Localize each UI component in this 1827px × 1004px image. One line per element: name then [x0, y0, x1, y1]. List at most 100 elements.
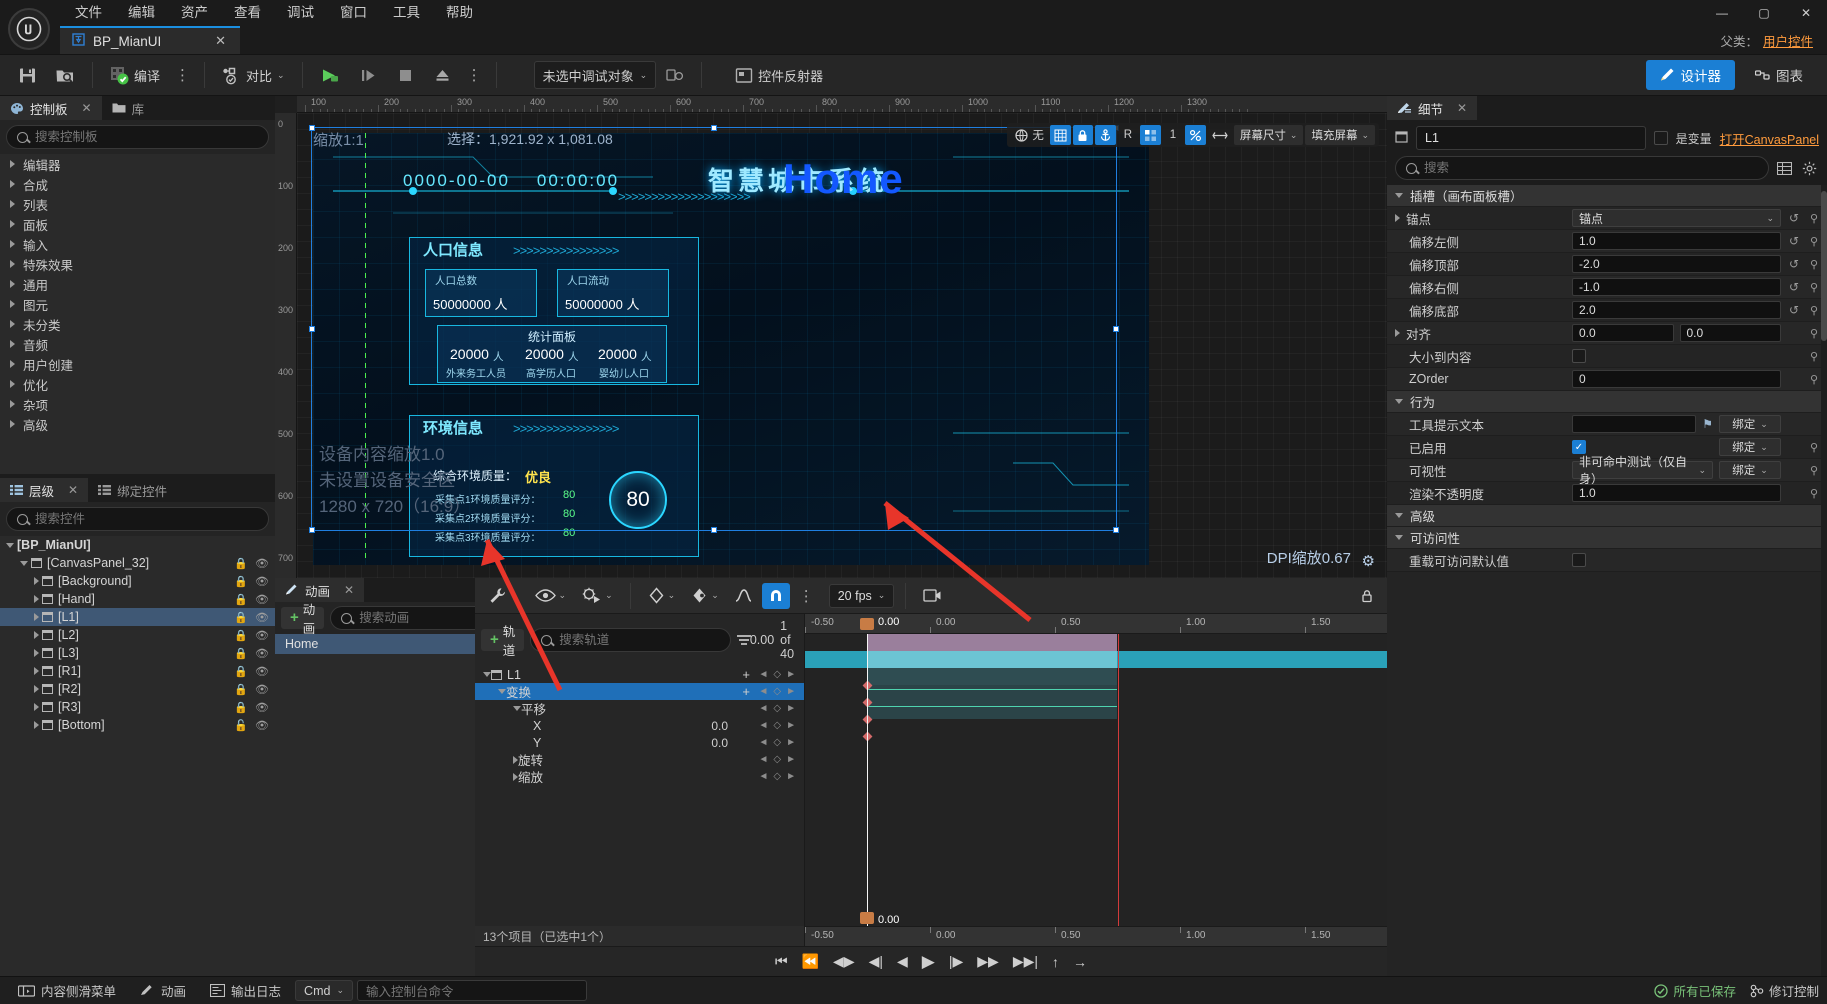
palette-cat-0[interactable]: 编辑器: [0, 154, 275, 174]
designer-viewport[interactable]: 100 200 300 400 500 600 700 800 900 1000 1100 1200 1…: [275, 96, 1387, 578]
matrix-icon-button[interactable]: [1139, 125, 1161, 145]
content-drawer-button[interactable]: 内容侧滑菜单: [8, 980, 126, 1002]
hierarchy-node-bp_mianui[interactable]: [BP_MianUI]: [0, 536, 275, 554]
pin-icon[interactable]: ⚲: [1807, 327, 1821, 340]
details-section-0[interactable]: 插槽（画布面板槽）: [1387, 185, 1827, 207]
track-row-变换[interactable]: 变换 + ◄ ◇ ►: [475, 683, 804, 700]
eye-icon[interactable]: 👁: [255, 665, 269, 678]
tab-animations[interactable]: 动画 ✕: [275, 578, 365, 602]
chevron-down-icon[interactable]: [1395, 399, 1403, 404]
transport-step-back[interactable]: ◀▶: [830, 953, 858, 970]
bind-button[interactable]: 绑定 ⌄: [1719, 415, 1781, 433]
eye-icon[interactable]: 👁: [255, 557, 269, 570]
close-icon[interactable]: ✕: [82, 101, 92, 115]
playhead-line[interactable]: [867, 634, 868, 926]
eye-icon[interactable]: 👁: [255, 593, 269, 606]
chevron-right-icon[interactable]: [34, 613, 39, 621]
debug-filter-button[interactable]: [658, 59, 692, 91]
next-key-icon[interactable]: ►: [786, 686, 796, 697]
track-value[interactable]: 0.0: [711, 719, 728, 733]
chevron-right-icon[interactable]: [34, 631, 39, 639]
pin-icon[interactable]: ⚲: [1807, 487, 1821, 500]
animation-item-home[interactable]: Home: [275, 634, 475, 654]
transport-prev-key[interactable]: ⏪: [799, 953, 822, 970]
track-row-Y[interactable]: Y 0.0 ◄ ◇ ►: [475, 734, 804, 751]
palette-cat-8[interactable]: 未分类: [0, 314, 275, 334]
menu-assets[interactable]: 资产: [168, 0, 221, 26]
chevron-right-icon[interactable]: [34, 721, 39, 729]
pin-icon[interactable]: ⚲: [1807, 464, 1821, 477]
bind-button[interactable]: 绑定 ⌄: [1719, 438, 1781, 456]
details-section-1[interactable]: 行为: [1387, 391, 1827, 413]
chevron-down-icon[interactable]: [498, 689, 506, 694]
chevron-down-icon[interactable]: [1395, 535, 1403, 540]
chevron-right-icon[interactable]: [1395, 214, 1400, 222]
reset-icon[interactable]: ↺: [1787, 280, 1801, 294]
play-button[interactable]: [312, 59, 349, 91]
transport-next-frame[interactable]: |▶: [946, 953, 966, 970]
save-button[interactable]: [10, 59, 45, 91]
property-input-y[interactable]: 0.0: [1679, 324, 1781, 342]
palette-cat-5[interactable]: 特殊效果: [0, 254, 275, 274]
palette-search-input[interactable]: [35, 130, 258, 144]
playhead-handle-top[interactable]: [860, 618, 874, 630]
menu-debug[interactable]: 调试: [274, 0, 327, 26]
menu-window[interactable]: 窗口: [327, 0, 380, 26]
tab-close-icon[interactable]: ✕: [211, 33, 230, 49]
minimize-button[interactable]: —: [1701, 0, 1743, 26]
transport-jump-start[interactable]: ⏮: [772, 953, 791, 970]
hierarchy-node-r3[interactable]: [R3] 🔒 👁: [0, 698, 275, 716]
unreal-logo-icon[interactable]: [8, 8, 50, 50]
add-key-diamond-icon[interactable]: ◇: [773, 703, 781, 714]
percent-icon-button[interactable]: [1184, 125, 1206, 145]
prev-key-icon[interactable]: ◄: [758, 686, 768, 697]
pin-icon[interactable]: ⚲: [1807, 235, 1821, 248]
tab-bound-widgets[interactable]: 绑定控件: [88, 478, 178, 502]
hierarchy-node-bottom[interactable]: [Bottom] 🔓 👁: [0, 716, 275, 734]
details-properties[interactable]: 插槽（画布面板槽） 锚点 锚点 ⌄ ↺ ⚲ 偏移左侧 1.0 ↺ ⚲ 偏移顶部 -2.0 ↺ ⚲ 偏移右侧 -…: [1387, 185, 1827, 976]
widget-reflector-button[interactable]: 控件反射器: [727, 59, 831, 91]
step-button[interactable]: [351, 59, 386, 91]
property-input[interactable]: 2.0: [1572, 301, 1781, 319]
close-icon[interactable]: ✕: [344, 583, 354, 597]
chevron-right-icon[interactable]: [34, 595, 39, 603]
chevron-right-icon[interactable]: [34, 703, 39, 711]
reset-icon[interactable]: ↺: [1787, 303, 1801, 317]
sequencer-lock-button[interactable]: [1355, 583, 1379, 609]
next-key-icon[interactable]: ►: [786, 737, 796, 748]
reset-icon[interactable]: ↺: [1787, 257, 1801, 271]
menu-help[interactable]: 帮助: [433, 0, 486, 26]
magnet-snap-button[interactable]: [761, 582, 790, 609]
curve-editor-button[interactable]: [729, 583, 758, 609]
eye-icon[interactable]: 👁: [255, 701, 269, 714]
palette-cat-11[interactable]: 优化: [0, 374, 275, 394]
tab-bp-mianui[interactable]: BP_MianUI ✕: [60, 26, 240, 54]
palette-cat-12[interactable]: 杂项: [0, 394, 275, 414]
compile-button[interactable]: 编译: [102, 59, 168, 91]
cmd-combo[interactable]: Cmd ⌄: [295, 980, 353, 1001]
details-search[interactable]: [1395, 156, 1769, 180]
palette-cat-4[interactable]: 输入: [0, 234, 275, 254]
pin-icon[interactable]: ⚲: [1807, 373, 1821, 386]
hierarchy-node-hand[interactable]: [Hand] 🔒 👁: [0, 590, 275, 608]
menu-edit[interactable]: 编辑: [115, 0, 168, 26]
menu-view[interactable]: 查看: [221, 0, 274, 26]
track-row-缩放[interactable]: 缩放 ◄ ◇ ►: [475, 768, 804, 785]
hierarchy-node-l1[interactable]: [L1] 🔒 👁: [0, 608, 275, 626]
lock-icon[interactable]: 🔒: [234, 629, 248, 642]
add-track-button[interactable]: + 轨道: [481, 625, 525, 658]
timeline-section-group-active[interactable]: [867, 651, 1117, 668]
palette-cat-1[interactable]: 合成: [0, 174, 275, 194]
chevron-down-icon[interactable]: ⌄: [277, 70, 285, 81]
hierarchy-node-l2[interactable]: [L2] 🔒 👁: [0, 626, 275, 644]
eye-icon[interactable]: 👁: [255, 629, 269, 642]
tab-palette[interactable]: 控制板 ✕: [0, 96, 102, 120]
property-input[interactable]: 1.0: [1572, 484, 1781, 502]
chevron-down-icon[interactable]: [513, 706, 521, 711]
palette-cat-3[interactable]: 面板: [0, 214, 275, 234]
timeline-section-x[interactable]: [867, 685, 1117, 702]
graph-tab-button[interactable]: 图表: [1741, 60, 1817, 90]
add-key-diamond-icon[interactable]: ◇: [773, 720, 781, 731]
property-input-x[interactable]: 0.0: [1572, 324, 1674, 342]
add-key-diamond-icon[interactable]: ◇: [773, 669, 781, 680]
